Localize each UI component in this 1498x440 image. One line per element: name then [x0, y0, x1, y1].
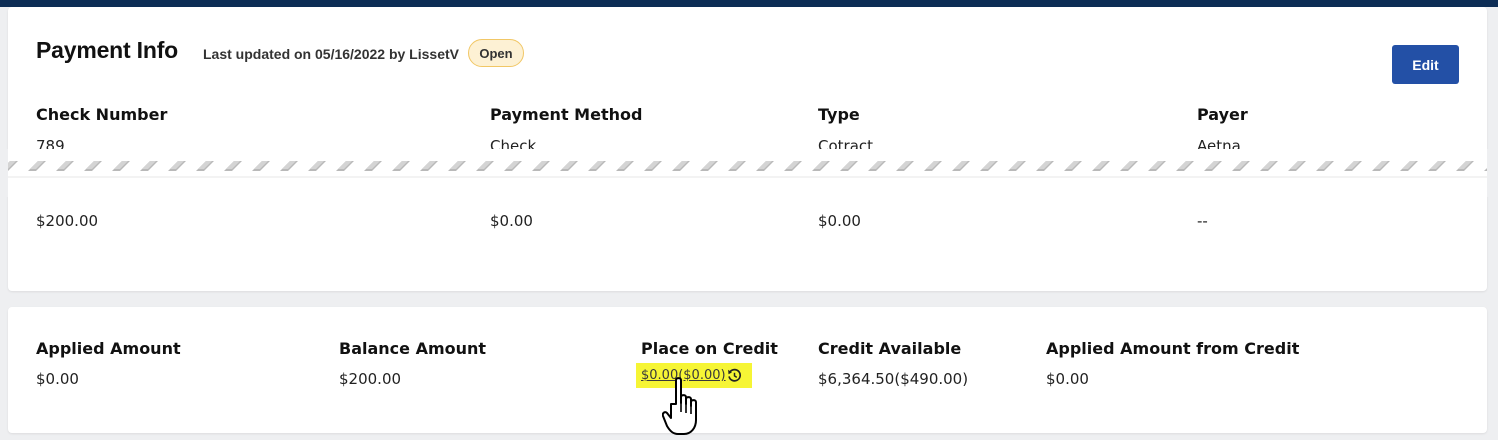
torn-edge-separator — [0, 149, 1498, 197]
status-badge: Open — [468, 39, 524, 67]
check-number-label: Check Number — [36, 105, 168, 124]
payer-label: Payer — [1197, 105, 1248, 124]
type-label: Type — [818, 105, 860, 124]
payment-method-label: Payment Method — [490, 105, 643, 124]
amount-value-4: -- — [1197, 212, 1208, 230]
history-icon[interactable] — [727, 368, 742, 383]
hand-pointer-cursor-icon — [662, 377, 697, 435]
credit-available-label: Credit Available — [818, 339, 962, 358]
balance-amount-value: $200.00 — [339, 370, 402, 388]
credit-available-value: $6,364.50($490.00) — [818, 370, 969, 388]
torn-edge-pattern — [0, 149, 1498, 197]
place-on-credit-label: Place on Credit — [641, 339, 778, 358]
applied-amount-label: Applied Amount — [36, 339, 181, 358]
applied-from-credit-value: $0.00 — [1046, 370, 1089, 388]
applied-amount-value: $0.00 — [36, 370, 79, 388]
edit-button[interactable]: Edit — [1392, 45, 1459, 84]
balance-amount-label: Balance Amount — [339, 339, 487, 358]
last-updated-text: Last updated on 05/16/2022 by LissetV — [203, 46, 459, 62]
amount-value-2: $0.00 — [490, 212, 533, 230]
applied-from-credit-label: Applied Amount from Credit — [1046, 339, 1300, 358]
amount-value-3: $0.00 — [818, 212, 861, 230]
page-title: Payment Info — [36, 37, 179, 63]
amount-value-1: $200.00 — [36, 212, 99, 230]
app-top-bar — [0, 0, 1498, 7]
